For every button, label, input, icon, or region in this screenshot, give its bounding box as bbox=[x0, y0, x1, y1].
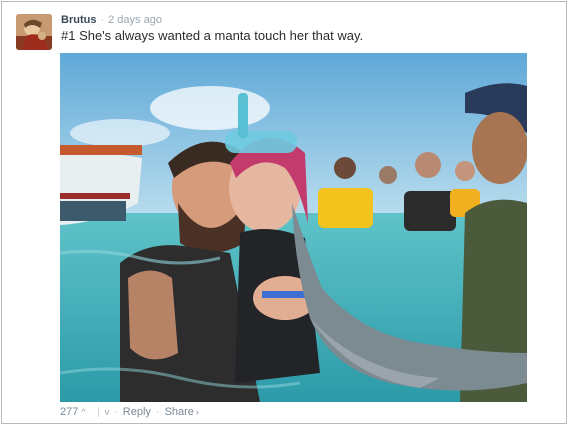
comment-text: #1 She's always wanted a manta touch her… bbox=[61, 28, 364, 43]
avatar-image bbox=[16, 14, 52, 50]
comment-footer: 277 ^ v · Reply · Share › bbox=[60, 405, 199, 419]
vote-count: 277 bbox=[60, 406, 79, 418]
downvote-icon[interactable]: v bbox=[105, 405, 110, 419]
comment-photo[interactable] bbox=[60, 53, 527, 402]
comment-card: Brutus · 2 days ago #1 She's always wanted… bbox=[1, 1, 567, 424]
footer-separator: · bbox=[155, 406, 160, 418]
share-chevron-icon: › bbox=[195, 407, 199, 417]
timestamp[interactable]: 2 days ago bbox=[108, 14, 162, 26]
author-name[interactable]: Brutus bbox=[61, 14, 96, 26]
reply-button[interactable]: Reply bbox=[123, 405, 151, 419]
snorkel-stingray-photo bbox=[60, 53, 527, 402]
vote-divider bbox=[97, 407, 99, 417]
share-label: Share bbox=[164, 406, 194, 418]
upvote-icon[interactable]: ^ bbox=[81, 405, 85, 419]
share-button[interactable]: Share › bbox=[165, 405, 199, 419]
footer-separator: · bbox=[114, 406, 118, 418]
header-separator: · bbox=[100, 14, 105, 26]
avatar[interactable] bbox=[16, 14, 52, 50]
comment-header: Brutus · 2 days ago bbox=[61, 13, 162, 27]
